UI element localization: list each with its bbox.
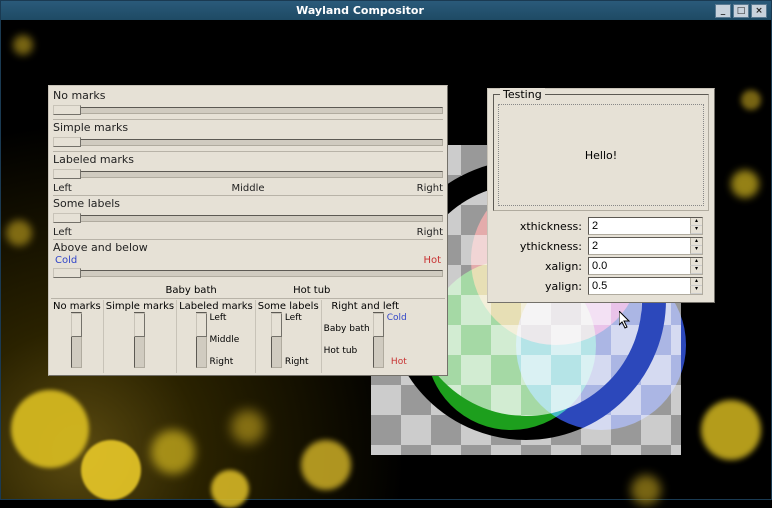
row-label-labeled-marks: Labeled marks [51,152,445,167]
vslider-labeled-marks[interactable] [196,312,207,368]
slider-no-marks[interactable] [53,104,443,117]
vtick-hot: Hot [387,357,407,367]
testing-window[interactable]: Testing Hello! xthickness: ▴▾ ythickness… [487,88,715,303]
testing-legend: Testing [500,88,545,101]
spin-down-icon[interactable]: ▾ [690,246,702,254]
row-label-simple-marks: Simple marks [51,120,445,135]
vtick-left-2: Left [285,313,309,323]
minimize-button[interactable]: _ [715,4,731,18]
vtitle-right-left: Right and left [331,301,399,312]
titlebar[interactable]: Wayland Compositor _ □ × [1,1,771,20]
yalign-label: yalign: [493,280,588,293]
vtick-hottub: Hot tub [324,346,370,356]
slider-above-below[interactable] [53,267,443,280]
maximize-button[interactable]: □ [733,4,749,18]
spin-down-icon[interactable]: ▾ [690,226,702,234]
vtick-middle: Middle [210,335,240,345]
spin-down-icon[interactable]: ▾ [690,266,702,274]
tick-right: Right [313,183,443,194]
ythickness-input[interactable] [589,238,690,254]
hello-box: Hello! [498,104,704,206]
vtick-right-2: Right [285,357,309,367]
cold-label: Cold [55,255,77,266]
xthickness-input[interactable] [589,218,690,234]
vtitle-no-marks: No marks [53,301,101,312]
ythickness-spinbox[interactable]: ▴▾ [588,237,703,255]
ythickness-label: ythickness: [493,240,588,253]
tick-left-2: Left [53,227,183,238]
tick-middle: Middle [183,183,313,194]
vtick-left: Left [210,313,240,323]
vslider-right-left[interactable] [373,312,384,368]
slider-labeled-marks[interactable] [53,168,443,181]
spin-down-icon[interactable]: ▾ [690,286,702,294]
vslider-no-marks[interactable] [71,312,82,368]
vtitle-some-labels: Some labels [258,301,319,312]
vtitle-simple-marks: Simple marks [106,301,174,312]
cursor-arrow-icon [619,311,633,331]
row-label-no-marks: No marks [51,88,445,103]
vtick-babybath: Baby bath [324,324,370,334]
vslider-simple-marks[interactable] [134,312,145,368]
vertical-sliders-row: No marks Simple marks Labeled marks [51,298,445,373]
window-title: Wayland Compositor [5,4,715,17]
babybath-label: Baby bath [166,285,217,296]
hello-label: Hello! [585,149,617,162]
sliders-demo-window[interactable]: No marks Simple marks Labeled marks [48,85,448,376]
tick-right-2: Right [313,227,443,238]
slider-some-labels[interactable] [53,212,443,225]
close-button[interactable]: × [751,4,767,18]
hottub-label: Hot tub [293,285,330,296]
tick-left: Left [53,183,183,194]
row-label-above-below: Above and below [51,240,445,255]
hot-label: Hot [423,255,441,266]
xthickness-label: xthickness: [493,220,588,233]
vtick-right: Right [210,357,240,367]
vtick-cold: Cold [387,313,407,323]
vslider-some-labels[interactable] [271,312,282,368]
testing-frame: Testing Hello! [493,94,709,211]
slider-simple-marks[interactable] [53,136,443,149]
xalign-label: xalign: [493,260,588,273]
xalign-input[interactable] [589,258,690,274]
row-label-some-labels: Some labels [51,196,445,211]
xalign-spinbox[interactable]: ▴▾ [588,257,703,275]
yalign-spinbox[interactable]: ▴▾ [588,277,703,295]
vtitle-labeled-marks: Labeled marks [179,301,253,312]
main-window: Wayland Compositor _ □ × [0,0,772,500]
compositor-content: No marks Simple marks Labeled marks [1,20,771,499]
yalign-input[interactable] [589,278,690,294]
xthickness-spinbox[interactable]: ▴▾ [588,217,703,235]
